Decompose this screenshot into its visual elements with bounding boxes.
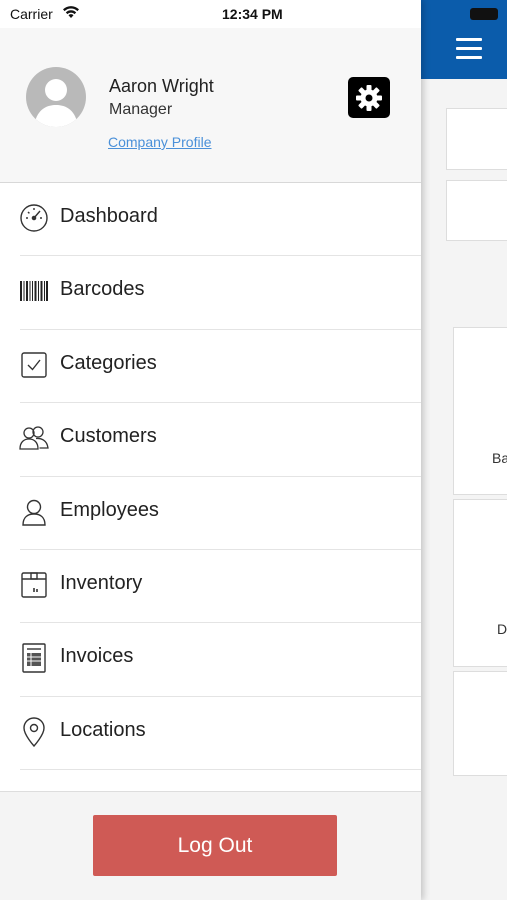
menu-item-inventory[interactable]: Inventory [0, 550, 421, 624]
menu-label: Inventory [60, 571, 143, 594]
menu-label: Customers [60, 425, 157, 448]
menu-item-barcodes[interactable]: Barcodes [0, 256, 421, 330]
company-profile-link[interactable]: Company Profile [108, 134, 212, 150]
speedometer-icon [19, 203, 49, 233]
divider [20, 769, 421, 771]
menu-item-locations[interactable]: Locations [0, 697, 421, 771]
user-icon [19, 497, 49, 527]
battery-icon [470, 8, 498, 20]
menu-item-dashboard[interactable]: Dashboard [0, 183, 421, 257]
status-bar: Carrier 12:34 PM [0, 0, 421, 28]
logout-button[interactable]: Log Out [93, 815, 337, 876]
avatar [26, 67, 86, 127]
drawer-footer: Log Out [0, 791, 421, 900]
invoice-icon [19, 643, 49, 674]
menu-item-invoices[interactable]: Invoices [0, 623, 421, 697]
user-name: Aaron Wright [109, 76, 214, 96]
settings-button[interactable] [348, 77, 390, 118]
background-tile[interactable] [453, 671, 507, 776]
barcode-icon [19, 276, 49, 306]
background-tile[interactable] [453, 499, 507, 667]
gear-icon [356, 84, 382, 111]
status-time: 12:34 PM [222, 6, 283, 22]
background-field[interactable] [446, 180, 507, 241]
background-tile-label: D [497, 621, 507, 637]
user-role: Manager [109, 101, 173, 118]
hamburger-menu-icon[interactable] [456, 38, 482, 60]
checkbox-icon [19, 350, 49, 380]
box-icon [19, 570, 49, 600]
menu-label: Employees [60, 498, 159, 521]
side-drawer: Carrier 12:34 PM Aaron Wright Manager Co… [0, 0, 421, 900]
menu-item-categories[interactable]: Categories [0, 330, 421, 404]
menu-label: Invoices [60, 645, 134, 668]
menu-label: Locations [60, 718, 146, 741]
menu-label: Dashboard [60, 205, 158, 227]
carrier-label: Carrier [10, 6, 53, 22]
drawer-menu: Dashboard Barcodes Categories Customers … [0, 183, 421, 771]
users-icon [19, 423, 49, 453]
profile-header: Aaron Wright Manager Company Profile [0, 28, 421, 183]
menu-item-customers[interactable]: Customers [0, 403, 421, 477]
menu-label: Categories [60, 351, 157, 374]
background-field[interactable] [446, 108, 507, 170]
background-tile-label: Ba [492, 450, 507, 466]
user-silhouette-icon [34, 79, 78, 127]
wifi-icon [63, 6, 79, 18]
location-pin-icon [19, 717, 49, 747]
background-tile[interactable] [453, 327, 507, 495]
menu-item-employees[interactable]: Employees [0, 477, 421, 550]
menu-label: Barcodes [60, 278, 145, 301]
